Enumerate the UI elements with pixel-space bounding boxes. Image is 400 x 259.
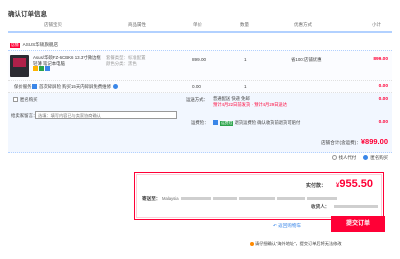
col-store: 店铺宝贝 [44, 22, 62, 27]
item-name[interactable]: Asus/华硕FZ-6CBK6 13.3寸微边框 轻薄 笔记本电脑 [33, 55, 101, 72]
item-subtotal: 899.00 [373, 57, 388, 62]
item-attrs: 套餐类型：标准配置 颜色分类：黑色 [106, 55, 146, 66]
location-pin-icon [250, 241, 254, 246]
store-total: 店铺合计(含运费)：¥899.00 [321, 137, 388, 146]
store-total-amount: ¥899.00 [360, 137, 388, 146]
address-label: 寄送至： [142, 196, 161, 201]
badge-icon [33, 66, 38, 72]
store-row: 店铺 ASUS华硕旗舰店 [10, 42, 58, 48]
shipping-info[interactable]: 普通配送 快递 免邮 预计4月22日前发货 · 预计4月29日送达 [213, 96, 287, 107]
store-name[interactable]: ASUS华硕旗舰店 [23, 42, 58, 47]
insurance-tag: 运费险 [220, 121, 234, 126]
service-label: 保价服务 [14, 84, 32, 89]
col-promo: 优惠方式 [294, 22, 312, 27]
message-input[interactable] [35, 111, 177, 119]
back-to-cart-link[interactable]: ↶ 返回购物车 [273, 223, 301, 229]
header-divider [8, 31, 392, 33]
message-label: 给卖家留言： [11, 113, 38, 118]
verified-icon [39, 66, 44, 72]
service-icon [45, 66, 50, 72]
anon-buy-label[interactable]: 匿名购买 [370, 155, 388, 160]
redacted-text [334, 205, 378, 209]
laptop-product-image[interactable] [10, 55, 29, 77]
redacted-text [306, 197, 337, 201]
pay-amount: ¥955.50 [336, 178, 373, 190]
redacted-text [180, 197, 211, 201]
anonymous-option[interactable]: 匿名购买 [13, 97, 38, 103]
item-price: 899.00 [192, 57, 207, 62]
col-subtotal: 小计 [372, 22, 381, 27]
proxy-pay-radio[interactable] [331, 155, 337, 161]
item-qty: 1 [244, 57, 247, 62]
insurance-option[interactable]: 运费险 退货运费险 确认收货前退货可赔付 [213, 120, 300, 126]
proxy-pay-label[interactable]: 找人代付 [339, 155, 357, 160]
shipping-label: 运送方式： [186, 97, 208, 102]
col-attrs: 商品属性 [128, 22, 146, 27]
insurance-label: 运费险： [191, 120, 209, 125]
insurance-fee: 0.00 [378, 120, 388, 125]
footer-note: 请仔细确认“海外地址”，提交订单后将无法修改 [250, 241, 342, 247]
service-price: 0.00 [192, 84, 201, 89]
service-qty: 1 [244, 84, 247, 89]
col-price: 单价 [193, 22, 202, 27]
address-value: Malaysia [162, 196, 380, 201]
service-subtotal: 0.00 [378, 84, 388, 89]
redacted-text [212, 197, 237, 201]
col-qty: 数量 [240, 22, 249, 27]
anon-buy-radio[interactable] [363, 155, 369, 161]
insurance-checkbox[interactable] [213, 120, 218, 126]
store-tag: 店铺 [10, 43, 20, 48]
help-icon[interactable] [112, 84, 118, 90]
pay-label: 实付款： [306, 183, 327, 189]
anonymous-checkbox[interactable] [13, 97, 18, 103]
receiver-value [333, 204, 379, 210]
item-promo[interactable]: 省100:店铺优惠 [291, 57, 322, 63]
service-option[interactable]: 首次碎屏险 购买15天内碎屏免费维修 [32, 84, 118, 90]
back-arrow-icon: ↶ [273, 223, 277, 228]
page-title: 确认订单信息 [8, 11, 47, 18]
shipping-fee: 0.00 [378, 97, 388, 102]
redacted-text [276, 197, 305, 201]
payment-options: 找人代付 匿名购买 [326, 155, 388, 161]
submit-order-button[interactable]: 提交订单 [331, 216, 385, 232]
receiver-label: 收货人： [311, 204, 330, 209]
service-checkbox[interactable] [32, 84, 37, 90]
redacted-text [238, 197, 275, 201]
